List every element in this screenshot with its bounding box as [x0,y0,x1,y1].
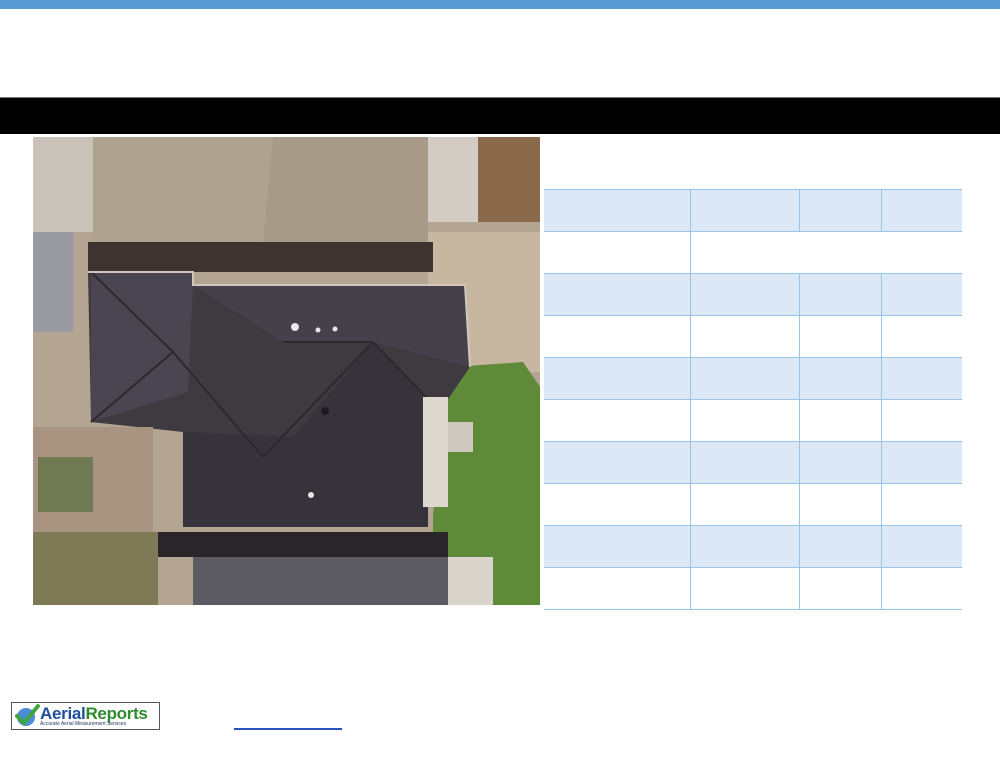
table-cell [544,525,690,568]
table-cell [689,273,799,316]
table-cell [798,273,881,316]
table-cell [544,273,690,316]
table-row [544,189,962,232]
table-cell [798,483,881,526]
table-row [544,441,962,484]
table-cell [880,315,962,358]
table-cell [689,357,799,400]
table-cell [544,567,690,610]
table-row [544,525,962,568]
table-cell [880,399,962,442]
table-row [544,567,962,610]
table-cell [689,567,799,610]
table-cell [544,399,690,442]
table-cell [544,315,690,358]
title-rule [0,132,1000,134]
table-cell [544,483,690,526]
table-cell [544,231,690,274]
table-cell [689,189,799,232]
table-cell [689,525,799,568]
aerial-roof-image [33,137,540,605]
table-cell [689,483,799,526]
top-accent-bar [0,0,1000,9]
table-cell [880,483,962,526]
table-cell [798,399,881,442]
table-cell [880,525,962,568]
table-row [544,315,962,358]
table-row [544,273,962,316]
table-cell [880,189,962,232]
table-row [544,357,962,400]
section-title-bar [0,97,1000,132]
table-cell [544,441,690,484]
table-cell [798,525,881,568]
table-cell [880,273,962,316]
table-cell [798,357,881,400]
footer-link[interactable] [234,728,342,730]
aerialreports-logo[interactable]: AerialReports Accurate Aerial Measuremen… [11,702,160,730]
table-cell [798,567,881,610]
table-row [544,231,962,274]
table-cell [689,315,799,358]
table-cell [880,357,962,400]
table-cell [689,231,962,274]
table-row [544,399,962,442]
checkmark-icon [15,704,40,726]
measurement-table [544,189,962,610]
table-cell [798,441,881,484]
table-cell [798,189,881,232]
table-cell [880,441,962,484]
table-cell [544,357,690,400]
table-row [544,483,962,526]
logo-tagline: Accurate Aerial Measurement Services [40,721,127,727]
table-cell [544,189,690,232]
table-cell [689,441,799,484]
table-cell [880,567,962,610]
table-cell [689,399,799,442]
table-cell [798,315,881,358]
